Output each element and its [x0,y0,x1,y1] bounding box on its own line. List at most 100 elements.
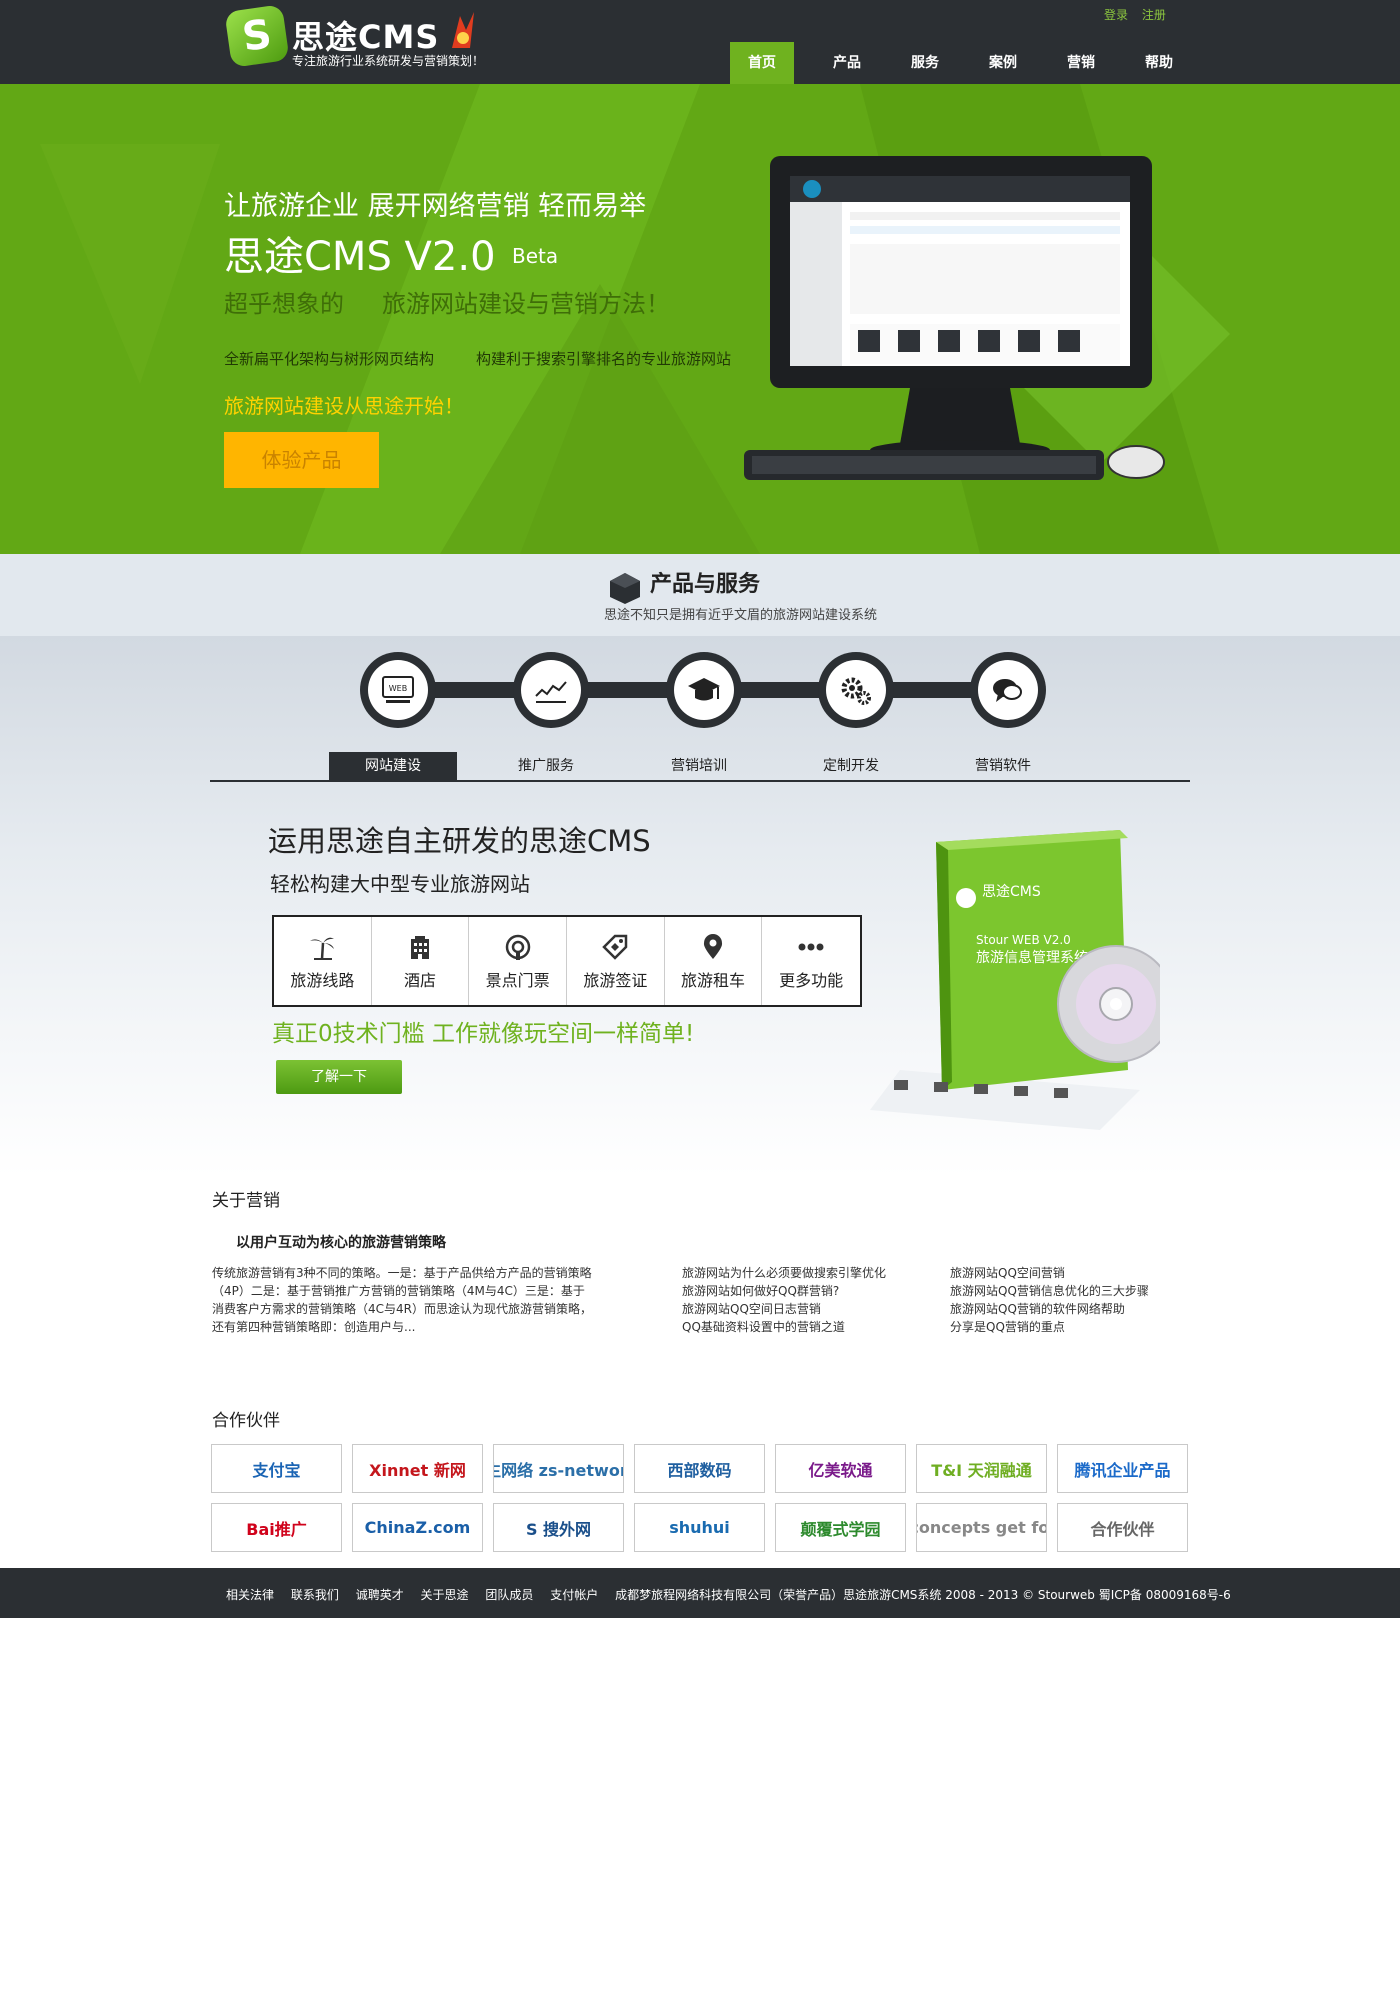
footer-link-payment[interactable]: 支付帐户 [550,1588,598,1602]
register-link[interactable]: 注册 [1142,8,1166,22]
more-dots-icon [798,943,824,951]
partner-logo[interactable]: 支付宝 [211,1444,342,1493]
nav-home[interactable]: 首页 [730,42,794,84]
feature-label: 旅游签证 [583,971,648,990]
feature-grid: 旅游线路 酒店 景点门票 旅游签证 旅游租车 更多功能 [272,915,862,1007]
nav-cases[interactable]: 案例 [964,42,1042,84]
feature-label: 酒店 [404,971,437,990]
marketing-link[interactable]: QQ基础资料设置中的营销之道 [682,1318,886,1336]
tab-training[interactable]: 营销培训 [635,752,763,780]
marketing-link[interactable]: 旅游网站QQ空间日志营销 [682,1300,886,1318]
nav-help[interactable]: 帮助 [1120,42,1198,84]
visa-tag-icon [602,934,628,960]
nav-services[interactable]: 服务 [886,42,964,84]
logo-badge-icon [452,12,474,48]
slogan: 真正0技术门槛 工作就像玩空间一样简单! [272,1021,695,1047]
step-software[interactable] [970,652,1046,728]
footer-link-about[interactable]: 关于思途 [421,1588,469,1602]
login-link[interactable]: 登录 [1104,8,1128,22]
tab-website[interactable]: 网站建设 [329,752,457,780]
partner-logo[interactable]: 众生网络 zs-networks [493,1444,624,1493]
marketing-links-col1: 旅游网站为什么必须要做搜索引擎优化 旅游网站如何做好QQ群营销? 旅游网站QQ空… [682,1264,886,1336]
partner-logo[interactable]: Bai推广 [211,1503,342,1552]
hero-feature-a: 全新扁平化架构与树形网页结构 [224,350,435,368]
hero-title: 思途CMS V2.0 [224,234,496,280]
cms-title: 运用思途自主研发的思途CMS [268,824,651,858]
partner-logo[interactable]: 西部数码 [634,1444,765,1493]
product-box-illustration: 思途CMS Stour WEB V2.0 旅游信息管理系统 [870,830,1160,1130]
partners-title: 合作伙伴 [212,1411,280,1431]
try-product-button[interactable]: 体验产品 [224,432,379,488]
logo-mark-icon: S [224,4,290,68]
web-icon: WEB [382,676,414,703]
partner-logo[interactable]: 亿美软通 [775,1444,906,1493]
footer-link-jobs[interactable]: 诚聘英才 [356,1588,404,1602]
learn-more-button[interactable]: 了解一下 [276,1060,402,1094]
hotel-icon [411,936,429,959]
main-nav: 首页 产品 服务 案例 营销 帮助 [730,42,1198,84]
nav-products[interactable]: 产品 [808,42,886,84]
partner-logo[interactable]: 合作伙伴 [1057,1503,1188,1552]
feature-label: 景点门票 [485,971,550,990]
partner-logo[interactable]: shuhui [634,1503,765,1552]
feature-more[interactable]: 更多功能 [762,917,860,1005]
marketing-title: 关于营销 [212,1191,280,1211]
marketing-body: 传统旅游营销有3种不同的策略。一是：基于产品供给方产品的营销策略（4P）二是：基… [212,1266,592,1334]
marketing-subtitle: 以用户互动为核心的旅游营销策略 [236,1235,446,1251]
cms-subtitle: 轻松构建大中型专业旅游网站 [270,872,530,896]
nav-marketing[interactable]: 营销 [1042,42,1120,84]
svg-text:旅游信息管理系统: 旅游信息管理系统 [976,949,1088,966]
footer-link-legal[interactable]: 相关法律 [226,1588,274,1602]
partner-logo[interactable]: S 搜外网 [493,1503,624,1552]
step-web[interactable]: WEB [360,652,436,728]
marketing-link[interactable]: 分享是QQ营销的重点 [950,1318,1149,1336]
marketing-link[interactable]: 旅游网站QQ营销信息优化的三大步骤 [950,1282,1149,1300]
top-links: 登录 注册 [1104,6,1176,23]
partner-logo[interactable]: Xinnet 新网 [352,1444,483,1493]
feature-car-rental[interactable]: 旅游租车 [665,917,763,1005]
step-promotion[interactable] [513,652,589,728]
svg-text:WEB: WEB [389,684,407,693]
feature-tickets[interactable]: 景点门票 [469,917,568,1005]
marketing-link[interactable]: 旅游网站QQ营销的软件网络帮助 [950,1300,1149,1318]
ticket-icon [505,934,530,960]
svg-text:Stour WEB V2.0: Stour WEB V2.0 [976,933,1071,947]
feature-label: 旅游租车 [681,971,746,990]
footer-copyright: 成都梦旅程网络科技有限公司（荣誉产品）思途旅游CMS系统 2008 - 2013… [615,1588,1231,1602]
graduation-cap-icon [688,678,720,701]
site-logo[interactable]: S 思途CMS 专注旅游行业系统研发与营销策划！ [224,4,498,70]
marketing-link[interactable]: 旅游网站如何做好QQ群营销? [682,1282,886,1300]
palm-tree-icon [310,937,335,960]
map-pin-icon [703,934,723,959]
feature-label: 旅游线路 [290,971,355,990]
feature-visa[interactable]: 旅游签证 [567,917,665,1005]
hero-subtitle-b: 旅游网站建设与营销方法！ [382,290,670,318]
partner-logo[interactable]: 腾讯企业产品 [1057,1444,1188,1493]
feature-tour-routes[interactable]: 旅游线路 [274,917,372,1005]
site-footer: 相关法律 联系我们 诚聘英才 关于思途 团队成员 支付帐户 成都梦旅程网络科技有… [0,1568,1400,1618]
hero-banner: 让旅游企业 展开网络营销 轻而易举 思途CMS V2.0 Beta 超乎想象的 … [0,84,1400,554]
hero-background [0,84,1400,554]
hero-headline: 让旅游企业 展开网络营销 轻而易举 [224,191,647,222]
cube-icon [610,573,640,604]
hero-beta-badge: Beta [512,244,559,268]
hero-feature-b: 构建利于搜索引擎排名的专业旅游网站 [476,350,732,368]
footer-link-team[interactable]: 团队成员 [485,1588,533,1602]
tab-promotion[interactable]: 推广服务 [482,752,610,780]
marketing-link[interactable]: 旅游网站为什么必须要做搜索引擎优化 [682,1264,886,1282]
partner-logo[interactable]: 颠覆式学园 [775,1503,906,1552]
marketing-link[interactable]: 旅游网站QQ空间营销 [950,1264,1149,1282]
tab-custom-dev[interactable]: 定制开发 [787,752,915,780]
chart-icon [535,681,567,703]
step-custom-dev[interactable] [818,652,894,728]
tab-software[interactable]: 营销软件 [939,752,1067,780]
marketing-links-col2: 旅游网站QQ空间营销 旅游网站QQ营销信息优化的三大步骤 旅游网站QQ营销的软件… [950,1264,1149,1336]
partner-logo[interactable]: netconcepts get found [916,1503,1047,1552]
products-title: 产品与服务 [650,572,761,597]
feature-hotel[interactable]: 酒店 [372,917,470,1005]
partner-logo[interactable]: ChinaZ.com [352,1503,483,1552]
hero-subtitle-a: 超乎想象的 [224,290,344,318]
partner-logo[interactable]: T&I 天润融通 [916,1444,1047,1493]
step-training[interactable] [666,652,742,728]
footer-link-contact[interactable]: 联系我们 [291,1588,339,1602]
